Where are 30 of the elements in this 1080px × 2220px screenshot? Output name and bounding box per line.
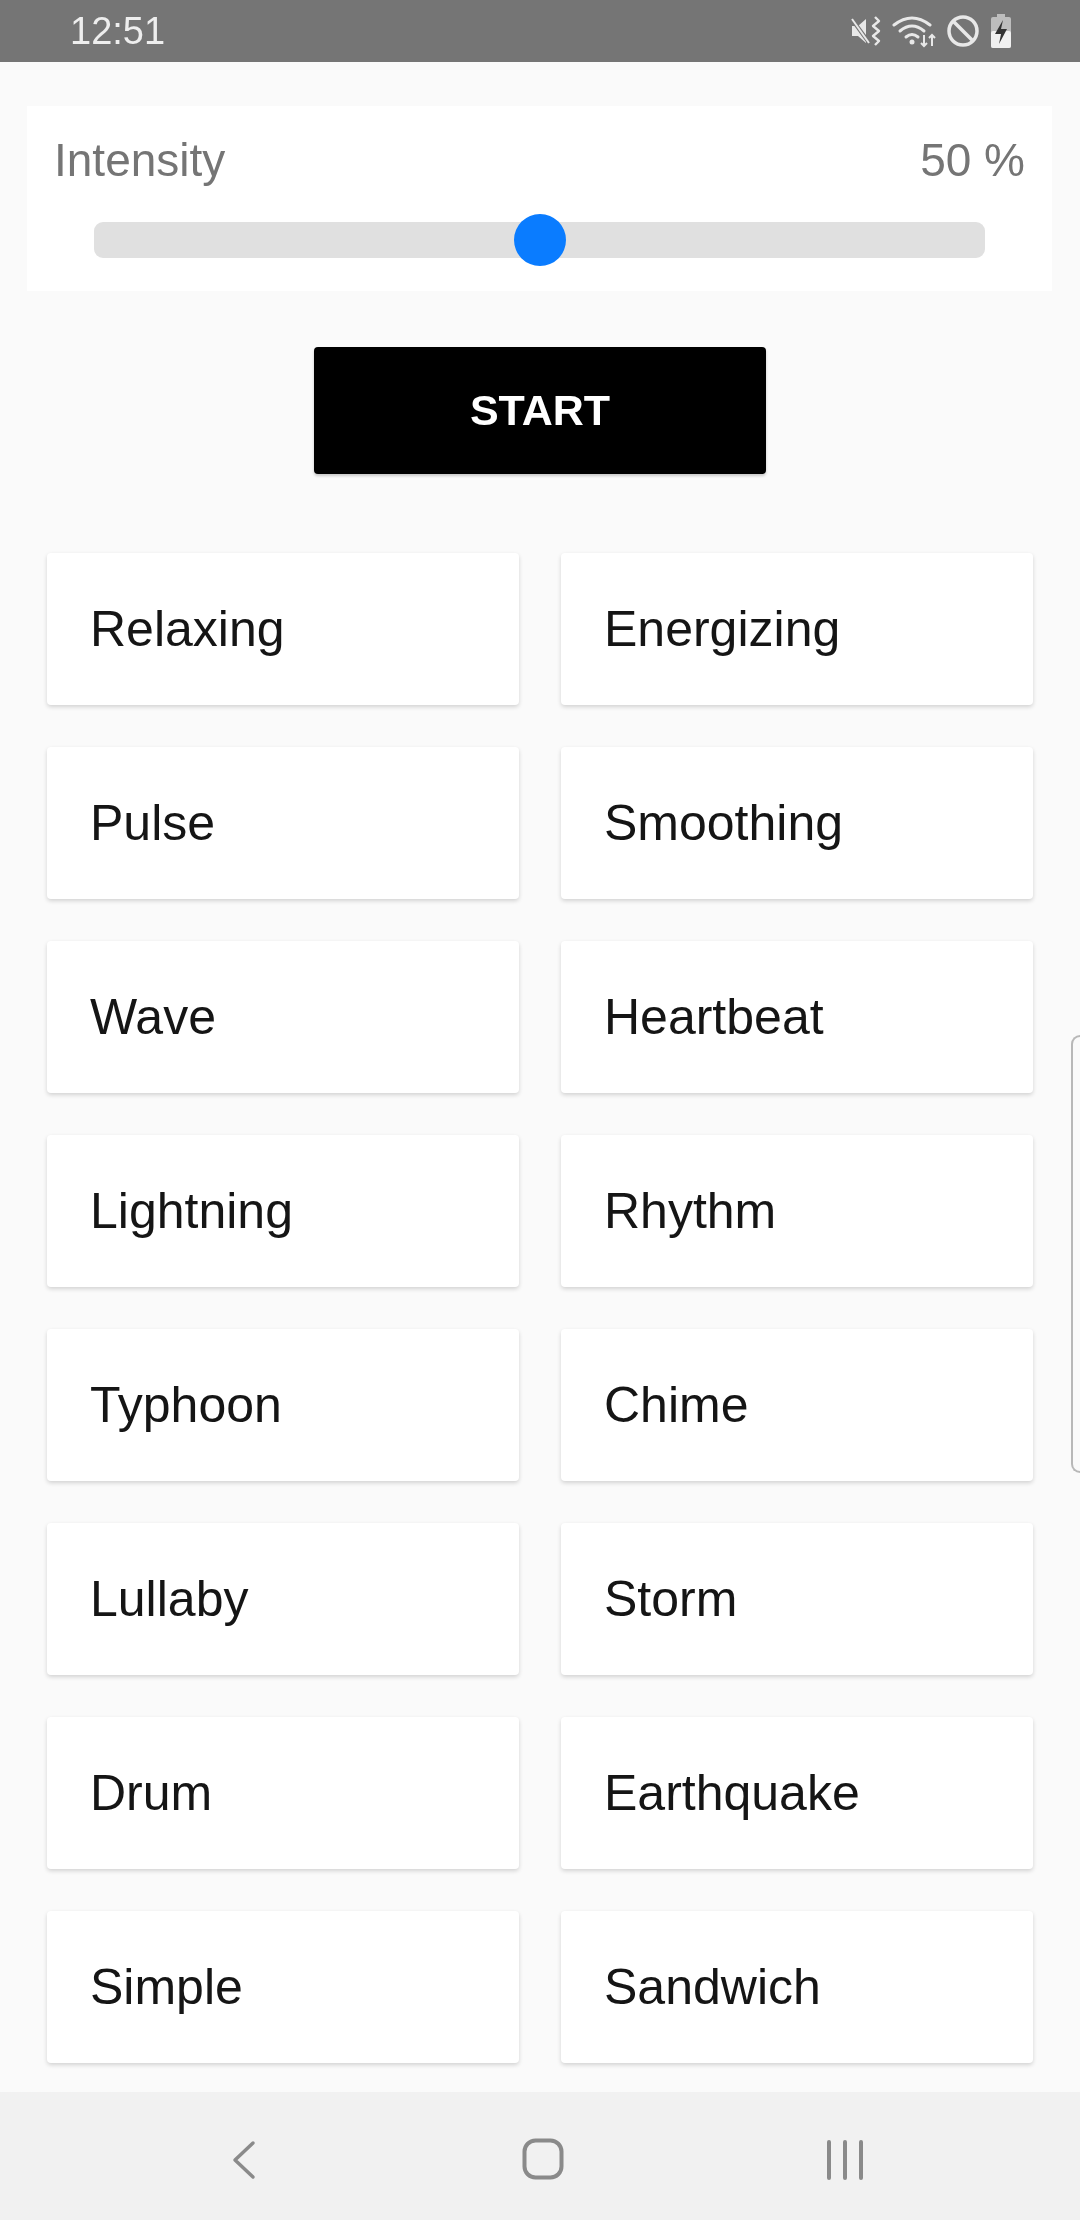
pattern-button[interactable]: Earthquake bbox=[561, 1717, 1033, 1869]
intensity-slider-track[interactable] bbox=[94, 214, 985, 266]
start-button[interactable]: START bbox=[314, 347, 766, 474]
pattern-button[interactable]: Relaxing bbox=[47, 553, 519, 705]
pattern-button[interactable]: Drum bbox=[47, 1717, 519, 1869]
slider-thumb[interactable] bbox=[513, 214, 566, 266]
pattern-button[interactable]: Pulse bbox=[47, 747, 519, 899]
edge-panel-handle[interactable] bbox=[1071, 1035, 1080, 1473]
pattern-button[interactable]: Lightning bbox=[47, 1135, 519, 1287]
pattern-button[interactable]: Smoothing bbox=[561, 747, 1033, 899]
back-icon[interactable] bbox=[230, 2140, 256, 2180]
pattern-button[interactable]: Chime bbox=[561, 1329, 1033, 1481]
status-time: 12:51 bbox=[70, 9, 166, 53]
intensity-label: Intensity bbox=[54, 133, 226, 188]
do-not-disturb-icon bbox=[946, 14, 980, 48]
intensity-value: 50 % bbox=[920, 133, 1025, 188]
pattern-button[interactable]: Rhythm bbox=[561, 1135, 1033, 1287]
pattern-button[interactable]: Heartbeat bbox=[561, 941, 1033, 1093]
pattern-button[interactable]: Simple bbox=[47, 1911, 519, 2063]
vibrate-mute-icon bbox=[850, 14, 882, 48]
pattern-button[interactable]: Wave bbox=[47, 941, 519, 1093]
pattern-button[interactable]: Typhoon bbox=[47, 1329, 519, 1481]
pattern-button[interactable]: Sandwich bbox=[561, 1911, 1033, 2063]
pattern-button[interactable]: Energizing bbox=[561, 553, 1033, 705]
battery-charging-icon bbox=[990, 14, 1012, 48]
recents-icon[interactable] bbox=[826, 2140, 864, 2180]
home-icon[interactable] bbox=[522, 2138, 564, 2180]
pattern-button[interactable]: Lullaby bbox=[47, 1523, 519, 1675]
wifi-icon bbox=[892, 14, 936, 48]
pattern-button[interactable]: Storm bbox=[561, 1523, 1033, 1675]
